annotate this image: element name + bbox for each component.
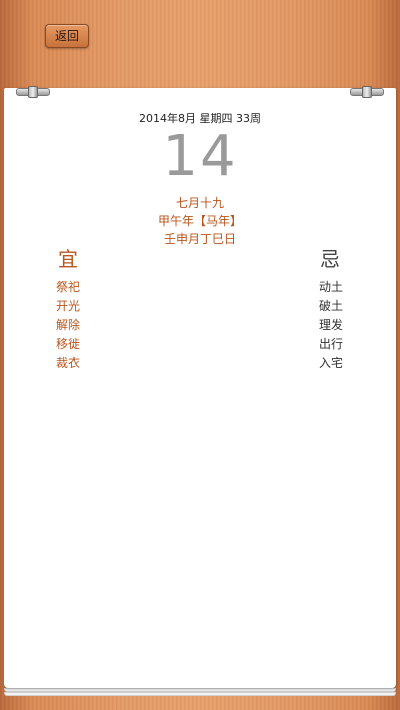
ji-item: 动土 — [319, 280, 344, 294]
paper-edge — [4, 692, 396, 696]
back-button[interactable]: 返回 — [45, 24, 89, 48]
calendar-page[interactable]: 2014年8月 星期四 33周 14 七月十九 甲午年【马年】 壬申月丁巳日 宜… — [4, 86, 396, 688]
top-bar: 返回 — [0, 0, 400, 90]
lunar-year: 甲午年【马年】 — [157, 214, 242, 228]
paper-edge — [4, 688, 396, 692]
yi-title: 宜 — [58, 247, 78, 271]
lunar-date: 七月十九 — [175, 196, 224, 210]
yi-item: 开光 — [56, 299, 81, 313]
ji-item: 出行 — [319, 337, 344, 351]
ji-item: 破土 — [319, 299, 344, 313]
yi-item: 解除 — [56, 318, 81, 332]
day-number: 14 — [162, 124, 238, 189]
yi-list: 祭祀 开光 解除 移徙 裁衣 — [56, 278, 80, 373]
ji-item: 入宅 — [319, 356, 344, 370]
binder-ring-icon — [16, 86, 50, 98]
ji-title: 忌 — [320, 247, 340, 271]
yi-item: 裁衣 — [56, 356, 81, 370]
ji-item: 理发 — [319, 318, 344, 332]
calendar-paper-stack: 2014年8月 星期四 33周 14 七月十九 甲午年【马年】 壬申月丁巳日 宜… — [4, 86, 396, 702]
binder-ring-icon — [350, 86, 384, 98]
yi-item: 移徙 — [56, 337, 81, 351]
yi-item: 祭祀 — [56, 280, 81, 294]
ji-list: 动土 破土 理发 出行 入宅 — [319, 278, 343, 373]
